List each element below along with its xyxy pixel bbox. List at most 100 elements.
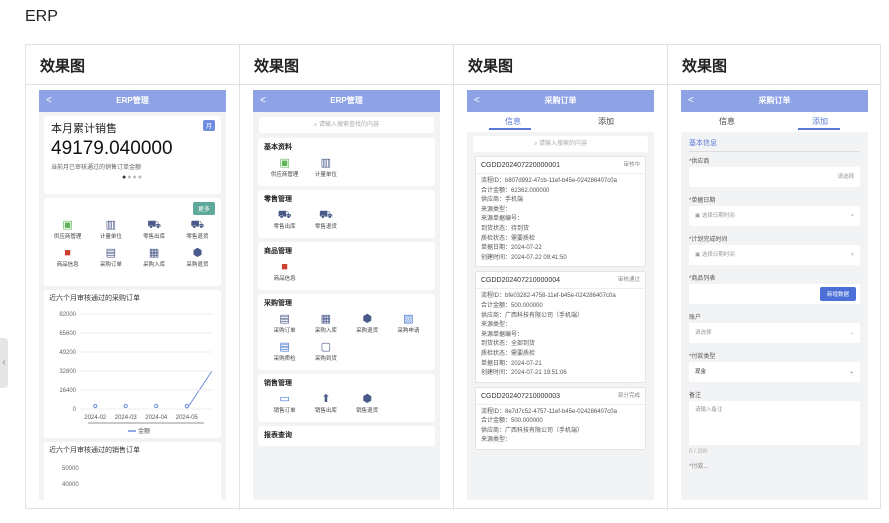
nav-title: 采购订单 — [544, 96, 577, 105]
section-grid: ▭ 销售订单 ⬆ 销售出库 ⬢ 销售退货 — [264, 388, 429, 418]
supplier-icon: ▣ — [62, 219, 73, 231]
order-field: 创建时间：2024-07-21 19:51:06 — [481, 370, 567, 377]
shortcut-clipboard[interactable]: ▤ 采购订单 — [89, 246, 132, 268]
clear-icon[interactable]: × — [851, 206, 854, 226]
shortcut-label: 计量单位 — [314, 172, 337, 178]
section-grid: ■ 商品信息 — [264, 256, 429, 286]
y-tick-label: 65600 — [59, 331, 76, 337]
date-picker[interactable]: ▣ 选择日期时间 × — [689, 206, 860, 226]
order-card[interactable]: CGDD202407220000001 审核中 流程ID：b807d992-47cb… — [475, 156, 646, 268]
nav-bar: < 采购订单 — [467, 90, 654, 112]
section-title: 基本资料 — [264, 144, 292, 151]
tab-add[interactable]: 添加 — [812, 116, 828, 127]
clipboard-icon: ▤ — [279, 313, 290, 325]
phone-order-list: < 采购订单 信息 添加 ⌕ 请输入搜索的内容 CGDD2024072200000… — [467, 90, 654, 500]
column-header: 效果图 — [668, 45, 882, 85]
shortcut-label: 采购到货 — [314, 356, 337, 362]
legend-label[interactable]: 金额 — [138, 427, 150, 434]
note-textarea[interactable]: 请输入备注 — [689, 401, 860, 445]
month-badge[interactable]: 月 — [202, 120, 215, 131]
shortcut-label: 采购申请 — [397, 328, 420, 334]
section-grid: ⛟ 零售出库 ⛟ 零售退货 — [264, 204, 429, 234]
purchase-chart-card: 近六个月审核通过的采购订单 82000 65600 49200 32800 16400 0… — [44, 290, 221, 438]
cart-icon: ⛟ — [147, 219, 162, 231]
supplier-select[interactable]: 请选择 — [689, 167, 860, 187]
supplier-placeholder: 请选择 — [837, 174, 854, 180]
unit-icon: ▥ — [320, 157, 332, 169]
column-header: 效果图 — [454, 45, 667, 85]
order-code: CGDD202407210000003 — [481, 392, 561, 400]
shortcut-cart-return[interactable]: ⛟ 零售退货 — [176, 218, 219, 240]
section-title: 商品管理 — [264, 248, 292, 255]
tab-add[interactable]: 添加 — [598, 116, 614, 127]
box-icon: ⬢ — [192, 247, 203, 259]
shortcut-unit[interactable]: ▥ 计量单位 — [305, 156, 346, 178]
order-card[interactable]: CGDD202407210000003 部分完成 流程ID：8e7d7c52-475… — [475, 386, 646, 451]
back-icon[interactable]: < — [688, 90, 694, 112]
shortcut-cart[interactable]: ⛟ 零售出库 — [133, 218, 176, 240]
shortcut-clipboard[interactable]: ▤ 采购订单 — [264, 312, 305, 334]
menu-section: 报表查询 — [258, 426, 435, 446]
shortcut-upload[interactable]: ⬆ 销售出库 — [305, 392, 346, 414]
shortcut-cart[interactable]: ⛟ 零售出库 — [264, 208, 305, 230]
zoom-scrollbar[interactable] — [88, 422, 204, 424]
calendar-icon: ▣ — [695, 213, 702, 219]
shortcut-cart-return[interactable]: ⛟ 零售退货 — [305, 208, 346, 230]
shortcut-inspect[interactable]: ▤ 采购质检 — [264, 340, 305, 362]
data-point[interactable] — [184, 403, 189, 409]
tab-info[interactable]: 信息 — [505, 116, 521, 127]
order-card[interactable]: CGDD202407210000004 审核通过 流程ID：bfe03282-475… — [475, 271, 646, 383]
clear-icon[interactable]: × — [851, 245, 854, 265]
inspect-icon: ▤ — [279, 341, 290, 353]
data-point[interactable] — [93, 403, 98, 409]
shortcut-label: 采购退货 — [186, 262, 209, 268]
shortcut-request[interactable]: ▧ 采购申请 — [388, 312, 429, 334]
shortcut-goods[interactable]: ■ 商品信息 — [46, 246, 89, 268]
goods-row: 新增数据 — [689, 284, 860, 304]
section-title: 报表查询 — [264, 432, 292, 439]
data-point[interactable] — [123, 403, 128, 409]
shortcut-label: 计量单位 — [99, 234, 122, 240]
shortcut-box[interactable]: ⬢ 采购退货 — [176, 246, 219, 268]
account-label: 账户 — [689, 315, 702, 321]
shortcut-box[interactable]: ⬢ 采购退货 — [347, 312, 388, 334]
nav-title: ERP管理 — [330, 96, 363, 105]
side-collapse-tab[interactable]: ‹ — [0, 338, 8, 388]
data-point[interactable] — [154, 403, 159, 409]
shortcut-supplier[interactable]: ▣ 供应商管理 — [46, 218, 89, 240]
back-icon[interactable]: < — [46, 90, 52, 112]
shortcut-sales-order[interactable]: ▭ 销售订单 — [264, 392, 305, 414]
order-field: 创建时间：2024-07-22 09:41:50 — [481, 254, 567, 261]
carousel-dots[interactable]: ●●●● — [51, 174, 214, 181]
char-counter: 0 / 200 — [689, 449, 708, 455]
order-header: CGDD202407220000001 审核中 — [476, 157, 645, 174]
order-header: CGDD202407210000003 部分完成 — [476, 388, 645, 405]
shortcut-box[interactable]: ⬢ 销售退货 — [347, 392, 388, 414]
shortcut-inbound[interactable]: ▦ 采购入库 — [133, 246, 176, 268]
shortcut-truck[interactable]: ▢ 采购到货 — [305, 340, 346, 362]
order-field: 质检状态：需要质检 — [481, 235, 536, 242]
tab-info[interactable]: 信息 — [719, 116, 735, 127]
tab-indicator — [798, 128, 840, 130]
shortcut-label: 销售退货 — [356, 408, 379, 414]
order-field: 单据日期：2024-07-21 — [481, 360, 542, 367]
plan-date-picker[interactable]: ▣ 选择日期时间 × — [689, 245, 860, 265]
shortcut-label: 商品信息 — [56, 262, 79, 268]
account-select[interactable]: 请选择 ⌄ — [689, 323, 860, 343]
back-icon[interactable]: < — [260, 90, 266, 112]
more-button[interactable]: 更多 — [192, 202, 215, 215]
back-icon[interactable]: < — [474, 90, 480, 112]
shortcut-goods[interactable]: ■ 商品信息 — [264, 260, 305, 282]
shortcut-unit[interactable]: ▥ 计量单位 — [89, 218, 132, 240]
plan-placeholder: 选择日期时间 — [701, 252, 735, 258]
order-body: 流程ID：bfe03282-4758-11ef-b45e-024286407c0… — [476, 289, 645, 381]
search-input[interactable]: ⌕ 请输入搜索查找的内容 — [259, 117, 434, 133]
nav-title: 采购订单 — [758, 96, 791, 105]
shortcut-supplier[interactable]: ▣ 供应商管理 — [264, 156, 305, 178]
add-data-button[interactable]: 新增数据 — [819, 287, 856, 301]
search-input[interactable]: ⌕ 请输入搜索的内容 — [473, 136, 648, 152]
more-field-label: *付款... — [689, 464, 709, 470]
phone-order-add: < 采购订单 信息 添加 基本信息 *供应商 请选择 *单据日期 ▣ 选择日期时间… — [681, 90, 868, 500]
pay-type-select[interactable]: 现金 ⌄ — [689, 362, 860, 382]
shortcut-inbound[interactable]: ▦ 采购入库 — [305, 312, 346, 334]
